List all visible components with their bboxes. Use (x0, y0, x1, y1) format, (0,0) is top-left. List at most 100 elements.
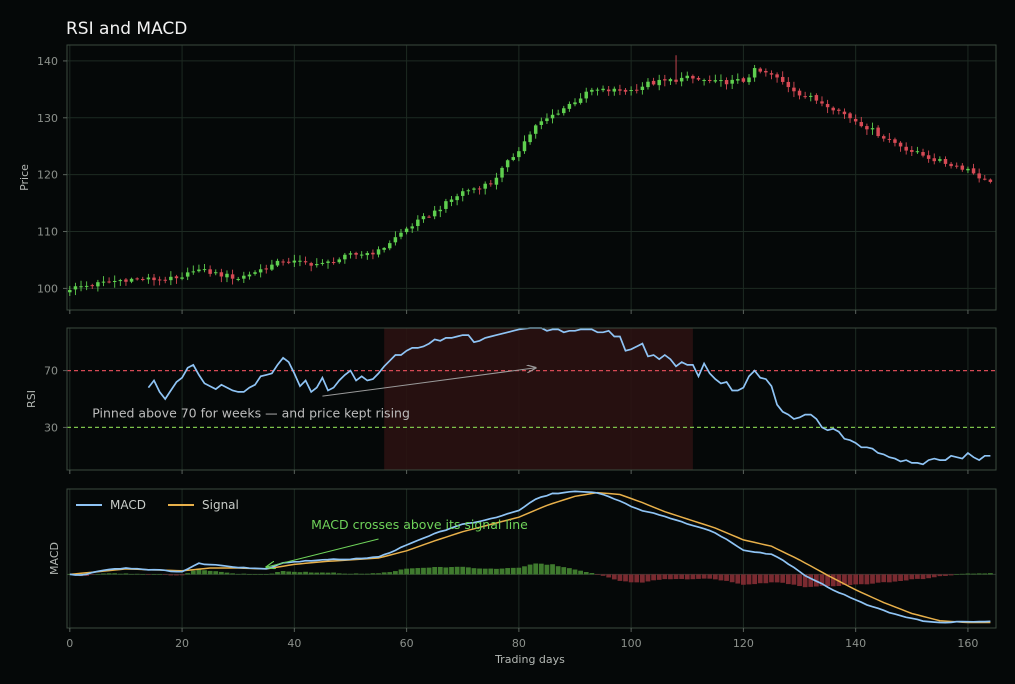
histogram-bar (937, 574, 943, 577)
histogram-bar (168, 574, 174, 576)
histogram-bar (757, 574, 763, 584)
candle-body (747, 77, 751, 83)
histogram-bar (303, 571, 308, 575)
histogram-bar (510, 567, 516, 575)
histogram-bar (314, 572, 320, 575)
candle-body (926, 155, 931, 159)
histogram-bar (909, 574, 915, 580)
histogram-bar (297, 572, 303, 575)
histogram-bar (437, 566, 443, 575)
histogram-bar (376, 573, 381, 575)
histogram-bar (404, 568, 409, 575)
histogram-bar (712, 574, 718, 580)
histogram-bar (460, 566, 466, 575)
histogram-bar (572, 569, 578, 575)
histogram-bar (555, 566, 561, 575)
candle-body (769, 73, 774, 75)
candle-body (640, 86, 645, 91)
histogram-bar (634, 574, 640, 583)
x-axis-label: Trading days (494, 653, 565, 666)
candle-body (264, 268, 269, 270)
candle-body (180, 277, 184, 279)
histogram-bar (858, 574, 864, 585)
candle-body (837, 109, 841, 111)
histogram-bar (920, 574, 926, 580)
candle-body (949, 163, 953, 167)
candle-body (118, 280, 123, 282)
candle-body (416, 219, 420, 227)
candle-body (943, 158, 948, 164)
candle-body (578, 98, 583, 103)
candle-body (915, 151, 920, 153)
rsi-annotation-text: Pinned above 70 for weeks — and price ke… (92, 405, 410, 420)
candle-body (399, 232, 403, 237)
candle-body (696, 77, 701, 80)
candle-body (938, 159, 942, 161)
candle-body (983, 178, 987, 180)
histogram-bar (735, 574, 741, 584)
y-axis-label: RSI (25, 390, 38, 408)
candle-body (932, 158, 936, 162)
histogram-bar (892, 574, 898, 582)
candle-body (365, 253, 370, 256)
histogram-bar (628, 574, 634, 583)
candle-body (460, 191, 465, 196)
candle-body (601, 88, 605, 91)
histogram-bar (752, 574, 758, 585)
histogram-bar (432, 567, 438, 575)
candle-body (236, 278, 240, 280)
candle-body (253, 272, 257, 274)
histogram-bar (724, 574, 729, 581)
candle-body (691, 75, 695, 79)
candle-body (107, 281, 111, 283)
price-tick-label: 130 (37, 112, 58, 125)
price-tick-label: 140 (37, 55, 58, 68)
histogram-bar (348, 573, 353, 575)
histogram-bar (117, 573, 123, 575)
histogram-bar (162, 574, 168, 575)
candle-body (112, 280, 117, 283)
histogram-bar (690, 574, 696, 580)
histogram-bar (353, 573, 359, 575)
rsi-shaded-region (384, 328, 693, 470)
histogram-bar (746, 574, 752, 585)
histogram-bar (886, 574, 892, 583)
histogram-bar (241, 573, 247, 575)
candle-body (713, 80, 718, 82)
candle-body (657, 79, 661, 86)
histogram-bar (769, 574, 774, 583)
candle-body (174, 276, 179, 279)
histogram-bar (89, 574, 95, 575)
histogram-bar (370, 573, 376, 575)
candle-body (612, 88, 617, 92)
candle-body (242, 275, 246, 279)
candle-body (539, 121, 544, 125)
histogram-bar (134, 573, 140, 575)
histogram-bar (106, 573, 112, 575)
macd-annotation-text: MACD crosses above its signal line (311, 517, 528, 532)
histogram-bar (533, 563, 539, 575)
candle-body (859, 122, 864, 127)
candle-body (84, 285, 89, 287)
x-tick-label: 140 (845, 637, 866, 650)
histogram-bar (903, 574, 909, 581)
histogram-bar (280, 571, 286, 575)
histogram-bar (247, 574, 252, 575)
histogram-bar (696, 574, 701, 579)
candle-body (533, 125, 538, 134)
candle-body (298, 260, 302, 262)
candle-body (629, 90, 633, 92)
candle-body (842, 111, 847, 115)
histogram-bar (538, 563, 544, 575)
candle-body (404, 228, 409, 233)
histogram-bar (662, 574, 668, 580)
candle-body (315, 264, 319, 266)
histogram-bar (275, 572, 280, 575)
histogram-bar (415, 568, 421, 575)
histogram-bar (701, 574, 707, 579)
histogram-bar (465, 567, 471, 575)
candle-body (646, 81, 650, 88)
histogram-bar (263, 574, 269, 575)
histogram-bar (381, 572, 387, 575)
candle-body (736, 79, 740, 81)
